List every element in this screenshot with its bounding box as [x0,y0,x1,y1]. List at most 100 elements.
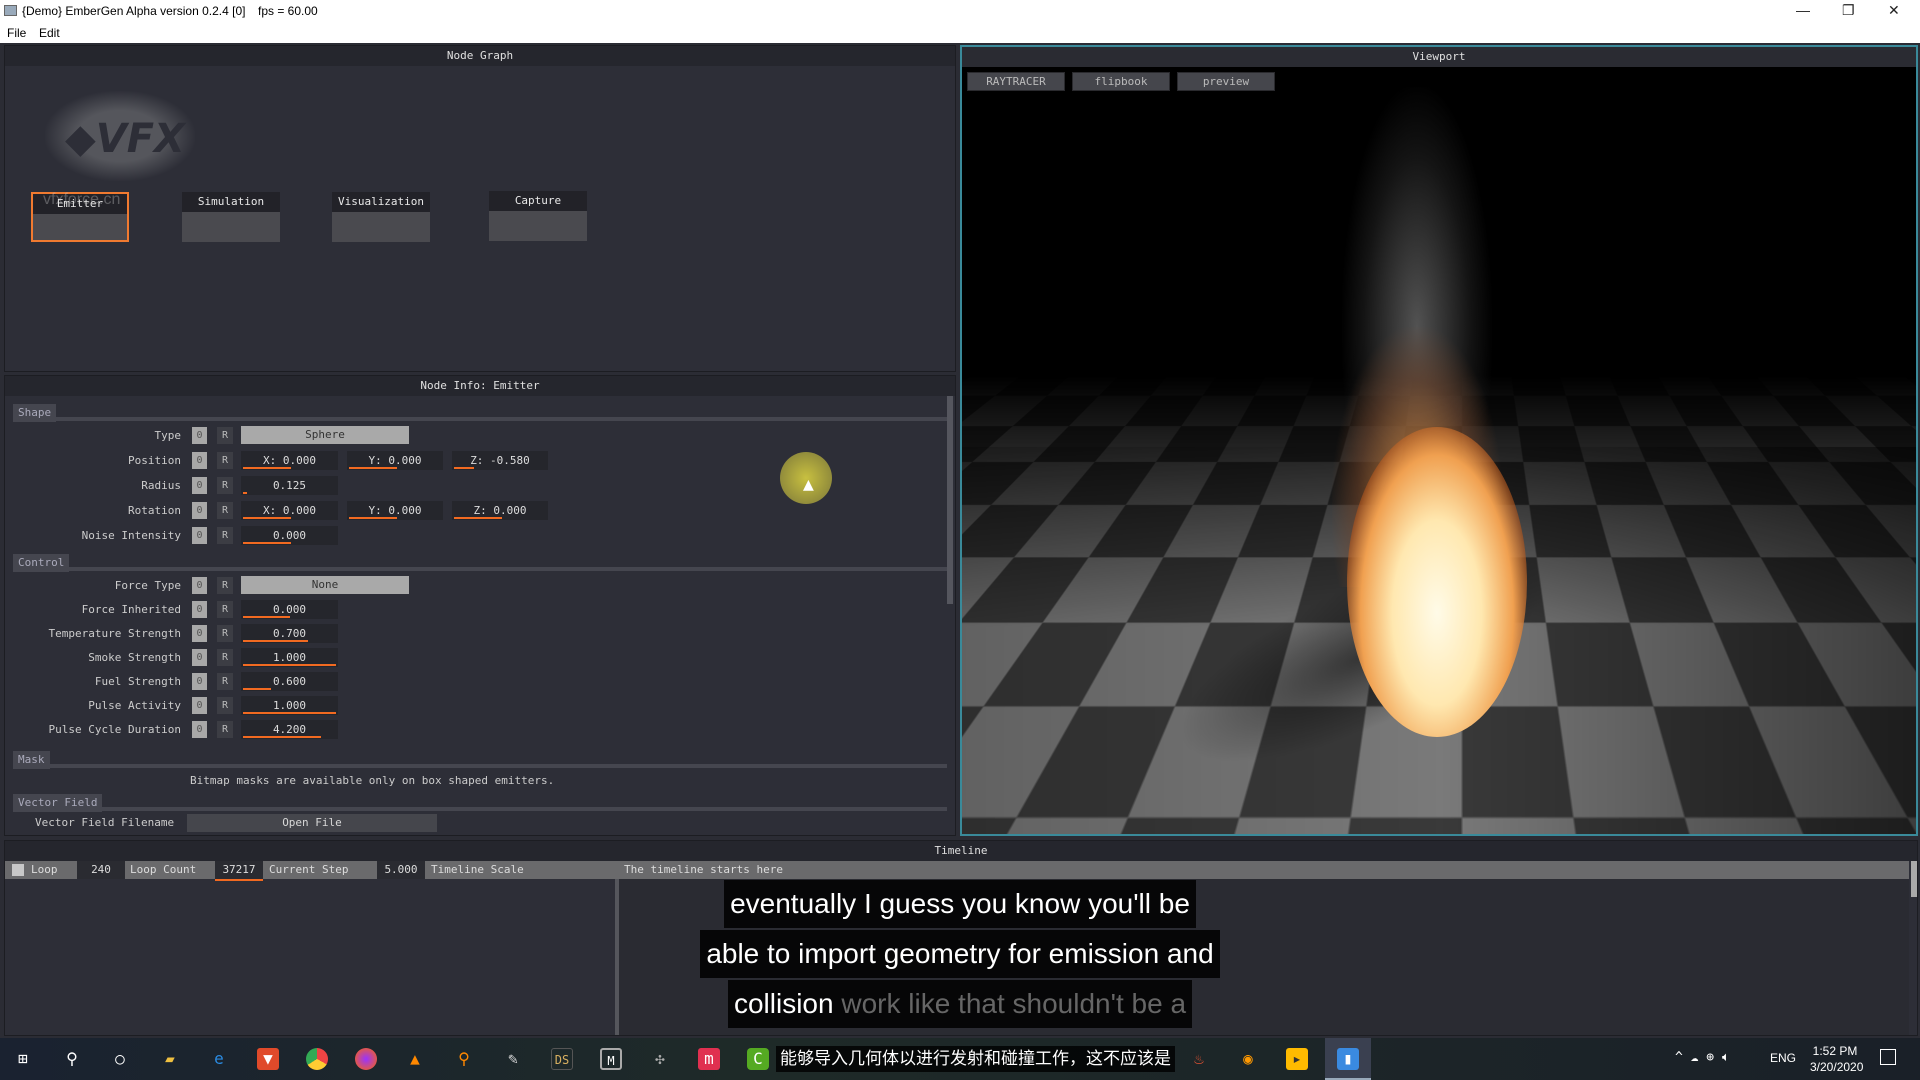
reset-button[interactable]: R [217,427,233,444]
zero-button[interactable]: 0 [192,477,207,494]
zero-button[interactable]: 0 [192,673,207,690]
reset-button[interactable]: R [217,502,233,519]
section-shape[interactable]: Shape [13,401,947,422]
menu-file[interactable]: File [7,26,26,40]
app-icon-red[interactable]: ♨ [1188,1048,1210,1070]
tray-icons[interactable]: ^ ☁ ⊕ 🔈︎ [1675,1050,1730,1065]
ds-icon[interactable]: DS [551,1048,573,1070]
m-app-icon[interactable]: M [600,1048,622,1070]
cortana-icon[interactable]: ○ [109,1048,131,1070]
edge-icon[interactable]: e [208,1048,230,1070]
vlc-icon[interactable]: ▲ [404,1048,426,1070]
search-tool-icon[interactable]: ⚲ [453,1048,475,1070]
brave-icon[interactable]: ▼ [257,1048,279,1070]
menu-edit[interactable]: Edit [39,26,60,40]
value-field[interactable]: 0.000 [241,600,338,619]
restore-button[interactable]: ❐ [1842,2,1855,19]
firefox-icon[interactable] [355,1048,377,1070]
viewport-panel[interactable]: Viewport RAYTRACER flipbook preview [960,45,1918,836]
row-pulse-activity: Pulse Activity 0 R 1.000 [5,696,945,716]
notification-icon[interactable] [1880,1049,1896,1065]
scrollbar[interactable] [947,396,953,604]
zero-button[interactable]: 0 [192,427,207,444]
reset-button[interactable]: R [217,452,233,469]
title-bar: {Demo} EmberGen Alpha version 0.2.4 [0] … [0,0,1920,22]
node-simulation[interactable]: Simulation [182,192,280,242]
reset-button[interactable]: R [217,527,233,544]
app-icon-yellow[interactable]: ▸ [1286,1048,1308,1070]
section-control[interactable]: Control [13,551,947,572]
reset-button[interactable]: R [217,625,233,642]
value-field[interactable]: 1.000 [241,696,338,715]
zero-button[interactable]: 0 [192,601,207,618]
clock[interactable]: 1:52 PM 3/20/2020 [1810,1043,1863,1075]
rotation-x-field[interactable]: X: 0.000 [241,501,338,520]
zero-button[interactable]: 0 [192,625,207,642]
current-step-field[interactable]: 37217 [215,861,263,881]
loop-count-field[interactable]: 240 [77,861,125,879]
value-bar [243,640,308,642]
start-icon[interactable]: ⊞ [12,1048,34,1070]
row-type: Type 0R Sphere [5,426,945,446]
tab-preview[interactable]: preview [1177,72,1275,91]
file-explorer-icon[interactable]: ▰ [159,1048,181,1070]
close-button[interactable]: ✕ [1888,2,1900,19]
row-rotation: Rotation 0R X: 0.000 Y: 0.000 Z: 0.000 [5,501,945,521]
tab-flipbook[interactable]: flipbook [1072,72,1170,91]
zero-button[interactable]: 0 [192,697,207,714]
zero-button[interactable]: 0 [192,649,207,666]
zero-button[interactable]: 0 [192,721,207,738]
radius-field[interactable]: 0.125 [241,476,338,495]
search-icon[interactable]: ⚲ [61,1048,83,1070]
rotation-z-field[interactable]: Z: 0.000 [452,501,548,520]
timeline-toolbar: Loop 240 Loop Count 37217 Current Step 5… [5,861,1909,881]
zero-button[interactable]: 0 [192,527,207,544]
reset-button[interactable]: R [217,601,233,618]
zero-button[interactable]: 0 [192,577,207,594]
type-dropdown[interactable]: Sphere [241,426,409,444]
embergen-taskbar-icon[interactable]: ▮ [1325,1038,1371,1080]
value-bar [243,664,336,666]
chrome-icon[interactable] [306,1048,328,1070]
blender-icon[interactable]: ◉ [1237,1048,1259,1070]
m-red-icon[interactable]: m [698,1048,720,1070]
rotation-y-field[interactable]: Y: 0.000 [347,501,443,520]
zero-button[interactable]: 0 [192,502,207,519]
tool-icon[interactable]: ✣ [649,1048,671,1070]
value-field[interactable]: 4.200 [241,720,338,739]
value-field[interactable]: 0.700 [241,624,338,643]
camtasia-icon[interactable]: C [747,1048,769,1070]
timeline-scale-field[interactable]: 5.000 [377,861,425,879]
reset-button[interactable]: R [217,673,233,690]
reset-button[interactable]: R [217,477,233,494]
section-mask[interactable]: Mask [13,748,947,769]
value-field[interactable]: 0.600 [241,672,338,691]
minimize-button[interactable]: — [1796,2,1810,18]
app-icon[interactable]: ✎ [502,1048,524,1070]
loop-checkbox[interactable] [12,864,24,876]
language-indicator[interactable]: ENG [1770,1051,1796,1065]
reset-button[interactable]: R [217,697,233,714]
reset-button[interactable]: R [217,577,233,594]
section-vector-field[interactable]: Vector Field [13,791,947,812]
mouse-cursor-icon: ▲ [803,474,814,495]
node-visualization[interactable]: Visualization [332,192,430,242]
noise-intensity-field[interactable]: 0.000 [241,526,338,545]
value-bar [243,736,321,738]
zero-button[interactable]: 0 [192,452,207,469]
row-temperature-strength: Temperature Strength 0 R 0.700 [5,624,945,644]
open-file-button[interactable]: Open File [187,814,437,832]
force-type-dropdown[interactable]: None [241,576,409,594]
mask-note: Bitmap masks are available only on box s… [190,774,555,787]
value-field[interactable]: 1.000 [241,648,338,667]
node-emitter[interactable]: Emitter vfxforce.cn [31,191,129,242]
row-pulse-cycle-duration: Pulse Cycle Duration 0 R 4.200 [5,720,945,740]
tab-raytracer[interactable]: RAYTRACER [967,72,1065,91]
position-x-field[interactable]: X: 0.000 [241,451,338,470]
menu-bar: File Edit [0,22,1920,43]
position-z-field[interactable]: Z: -0.580 [452,451,548,470]
reset-button[interactable]: R [217,649,233,666]
node-capture[interactable]: Capture [489,191,587,241]
position-y-field[interactable]: Y: 0.000 [347,451,443,470]
reset-button[interactable]: R [217,721,233,738]
